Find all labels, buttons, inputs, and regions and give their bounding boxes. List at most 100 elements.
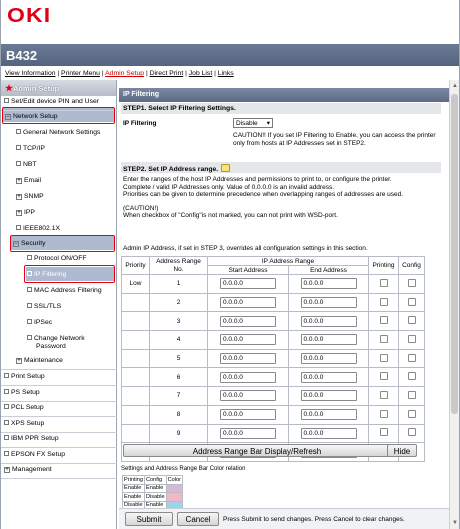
start-address-input[interactable]: 0.0.0.0: [220, 371, 276, 383]
color-swatch: [165, 492, 184, 502]
sidebar-item-ssl-tls[interactable]: SSL/TLS: [27, 303, 61, 310]
sidebar-item-change-network-password[interactable]: Change Network Password: [27, 335, 85, 351]
col-range-no: Address Range No.: [149, 256, 208, 275]
nav-admin-setup[interactable]: Admin Setup: [105, 70, 144, 77]
start-address-input[interactable]: 0.0.0.0: [220, 427, 276, 439]
config-checkbox[interactable]: [407, 390, 416, 399]
sidebar-item-management[interactable]: + Management: [4, 466, 52, 473]
config-checkbox[interactable]: [407, 409, 416, 418]
nav-view-information[interactable]: View Information: [5, 70, 56, 77]
config-checkbox[interactable]: [407, 278, 416, 287]
config-checkbox[interactable]: [407, 372, 416, 381]
ip-range-row: 8 0.0.0.0 0.0.0.0: [121, 404, 425, 425]
config-checkbox[interactable]: [407, 334, 416, 343]
config-checkbox[interactable]: [407, 316, 416, 325]
nav-printer-menu[interactable]: Printer Menu: [61, 70, 100, 77]
printing-checkbox[interactable]: [379, 409, 388, 418]
nav-direct-print[interactable]: Direct Print: [150, 70, 184, 77]
help-icon[interactable]: [221, 164, 231, 172]
col-start-address: Start Address: [207, 265, 289, 275]
sidebar-item-set-edit-pin[interactable]: Set/Edit device PIN and User: [4, 98, 99, 105]
start-address-input[interactable]: 0.0.0.0: [220, 353, 276, 365]
printing-checkbox[interactable]: [379, 390, 388, 399]
config-checkbox[interactable]: [407, 297, 416, 306]
printing-checkbox[interactable]: [379, 278, 388, 287]
vertical-scrollbar[interactable]: ▲ ▼: [449, 80, 459, 529]
start-address-input[interactable]: 0.0.0.0: [220, 390, 276, 402]
doc-icon: [4, 451, 9, 456]
sidebar-item-ieee8021x[interactable]: IEEE802.1X: [16, 225, 60, 232]
sidebar-item-ibm-ppr-setup[interactable]: IBM PPR Setup: [4, 435, 59, 442]
color-relation-table: Printing Config Color Enable Enable Enab…: [122, 475, 184, 510]
end-address-input[interactable]: 0.0.0.0: [300, 390, 357, 402]
sidebar-item-epson-fx-setup[interactable]: EPSON FX Setup: [4, 451, 65, 458]
panel-title: IP Filtering: [119, 88, 459, 102]
end-address-input[interactable]: 0.0.0.0: [300, 278, 357, 290]
doc-icon: [27, 287, 32, 292]
sidebar-item-snmp[interactable]: + SNMP: [16, 193, 44, 200]
step1-header: STEP1. Select IP Filtering Settings.: [121, 103, 441, 114]
sidebar-item-protocol-onoff[interactable]: Protocol ON/OFF: [27, 255, 87, 262]
scroll-up-icon[interactable]: ▲: [451, 82, 459, 90]
printing-checkbox[interactable]: [379, 316, 388, 325]
submit-button[interactable]: Submit: [125, 512, 173, 526]
sidebar-item-nbt[interactable]: NBT: [16, 161, 37, 168]
priority-cell: [121, 423, 150, 444]
end-address-input[interactable]: 0.0.0.0: [300, 334, 357, 346]
hide-button[interactable]: Hide: [387, 444, 417, 457]
priority-cell: [121, 386, 150, 406]
scroll-thumb[interactable]: [451, 94, 458, 414]
end-address-input[interactable]: 0.0.0.0: [300, 427, 357, 439]
start-address-input[interactable]: 0.0.0.0: [220, 315, 276, 327]
doc-icon: [27, 255, 32, 260]
address-range-bar-button[interactable]: Address Range Bar Display/Refresh: [123, 444, 391, 457]
ip-range-row: 6 0.0.0.0 0.0.0.0: [121, 367, 425, 388]
config-checkbox[interactable]: [407, 428, 416, 437]
rel-row: Enable Disable: [122, 492, 184, 502]
sidebar-item-ipp[interactable]: + IPP: [16, 209, 35, 216]
rel-head-color: Color: [165, 475, 184, 485]
config-checkbox[interactable]: [407, 353, 416, 362]
range-no-cell: 4: [149, 330, 208, 350]
sidebar-item-maintenance[interactable]: + Maintenance: [16, 357, 63, 364]
end-address-input[interactable]: 0.0.0.0: [300, 409, 357, 421]
doc-icon: [4, 389, 9, 394]
end-address-input[interactable]: 0.0.0.0: [300, 315, 357, 327]
doc-icon: [4, 435, 9, 440]
col-priority: Priority: [121, 256, 150, 275]
sidebar-item-xps-setup[interactable]: XPS Setup: [4, 420, 44, 427]
color-relation-title: Settings and Address Range Bar Color rel…: [121, 466, 246, 472]
sidebar-item-pcl-setup[interactable]: PCL Setup: [4, 404, 44, 411]
end-address-input[interactable]: 0.0.0.0: [300, 353, 357, 365]
printing-checkbox[interactable]: [379, 334, 388, 343]
sidebar-item-general-network-settings[interactable]: General Network Settings: [16, 129, 100, 136]
col-end-address: End Address: [288, 265, 369, 275]
range-no-cell: 2: [149, 292, 208, 313]
scroll-down-icon[interactable]: ▼: [451, 519, 459, 527]
nav-job-list[interactable]: Job List: [189, 70, 212, 77]
admin-note: Admin IP Address, if set in STEP 3, over…: [123, 245, 368, 252]
sidebar-item-tcpip[interactable]: TCP/IP: [16, 145, 45, 152]
sidebar-item-print-setup[interactable]: Print Setup: [4, 373, 45, 380]
sidebar-item-ipsec[interactable]: IPSec: [27, 319, 52, 326]
start-address-input[interactable]: 0.0.0.0: [220, 278, 276, 290]
ip-filtering-select[interactable]: Disable ▾: [233, 118, 273, 128]
priority-cell: [121, 292, 150, 313]
sidebar-item-email[interactable]: + Email: [16, 177, 41, 184]
start-address-input[interactable]: 0.0.0.0: [220, 297, 276, 309]
printing-checkbox[interactable]: [379, 372, 388, 381]
nav-links[interactable]: Links: [218, 70, 234, 77]
range-no-cell: 3: [149, 311, 208, 332]
start-address-input[interactable]: 0.0.0.0: [220, 409, 276, 421]
sidebar-item-ps-setup[interactable]: PS Setup: [4, 389, 40, 396]
printing-checkbox[interactable]: [379, 428, 388, 437]
cancel-button[interactable]: Cancel: [177, 512, 219, 526]
end-address-input[interactable]: 0.0.0.0: [300, 371, 357, 383]
start-address-input[interactable]: 0.0.0.0: [220, 334, 276, 346]
end-address-input[interactable]: 0.0.0.0: [300, 297, 357, 309]
sidebar-item-mac-address-filtering[interactable]: MAC Address Filtering: [27, 287, 102, 294]
printing-checkbox[interactable]: [379, 297, 388, 306]
doc-icon: [16, 145, 21, 150]
range-no-cell: 1: [149, 274, 208, 294]
printing-checkbox[interactable]: [379, 353, 388, 362]
